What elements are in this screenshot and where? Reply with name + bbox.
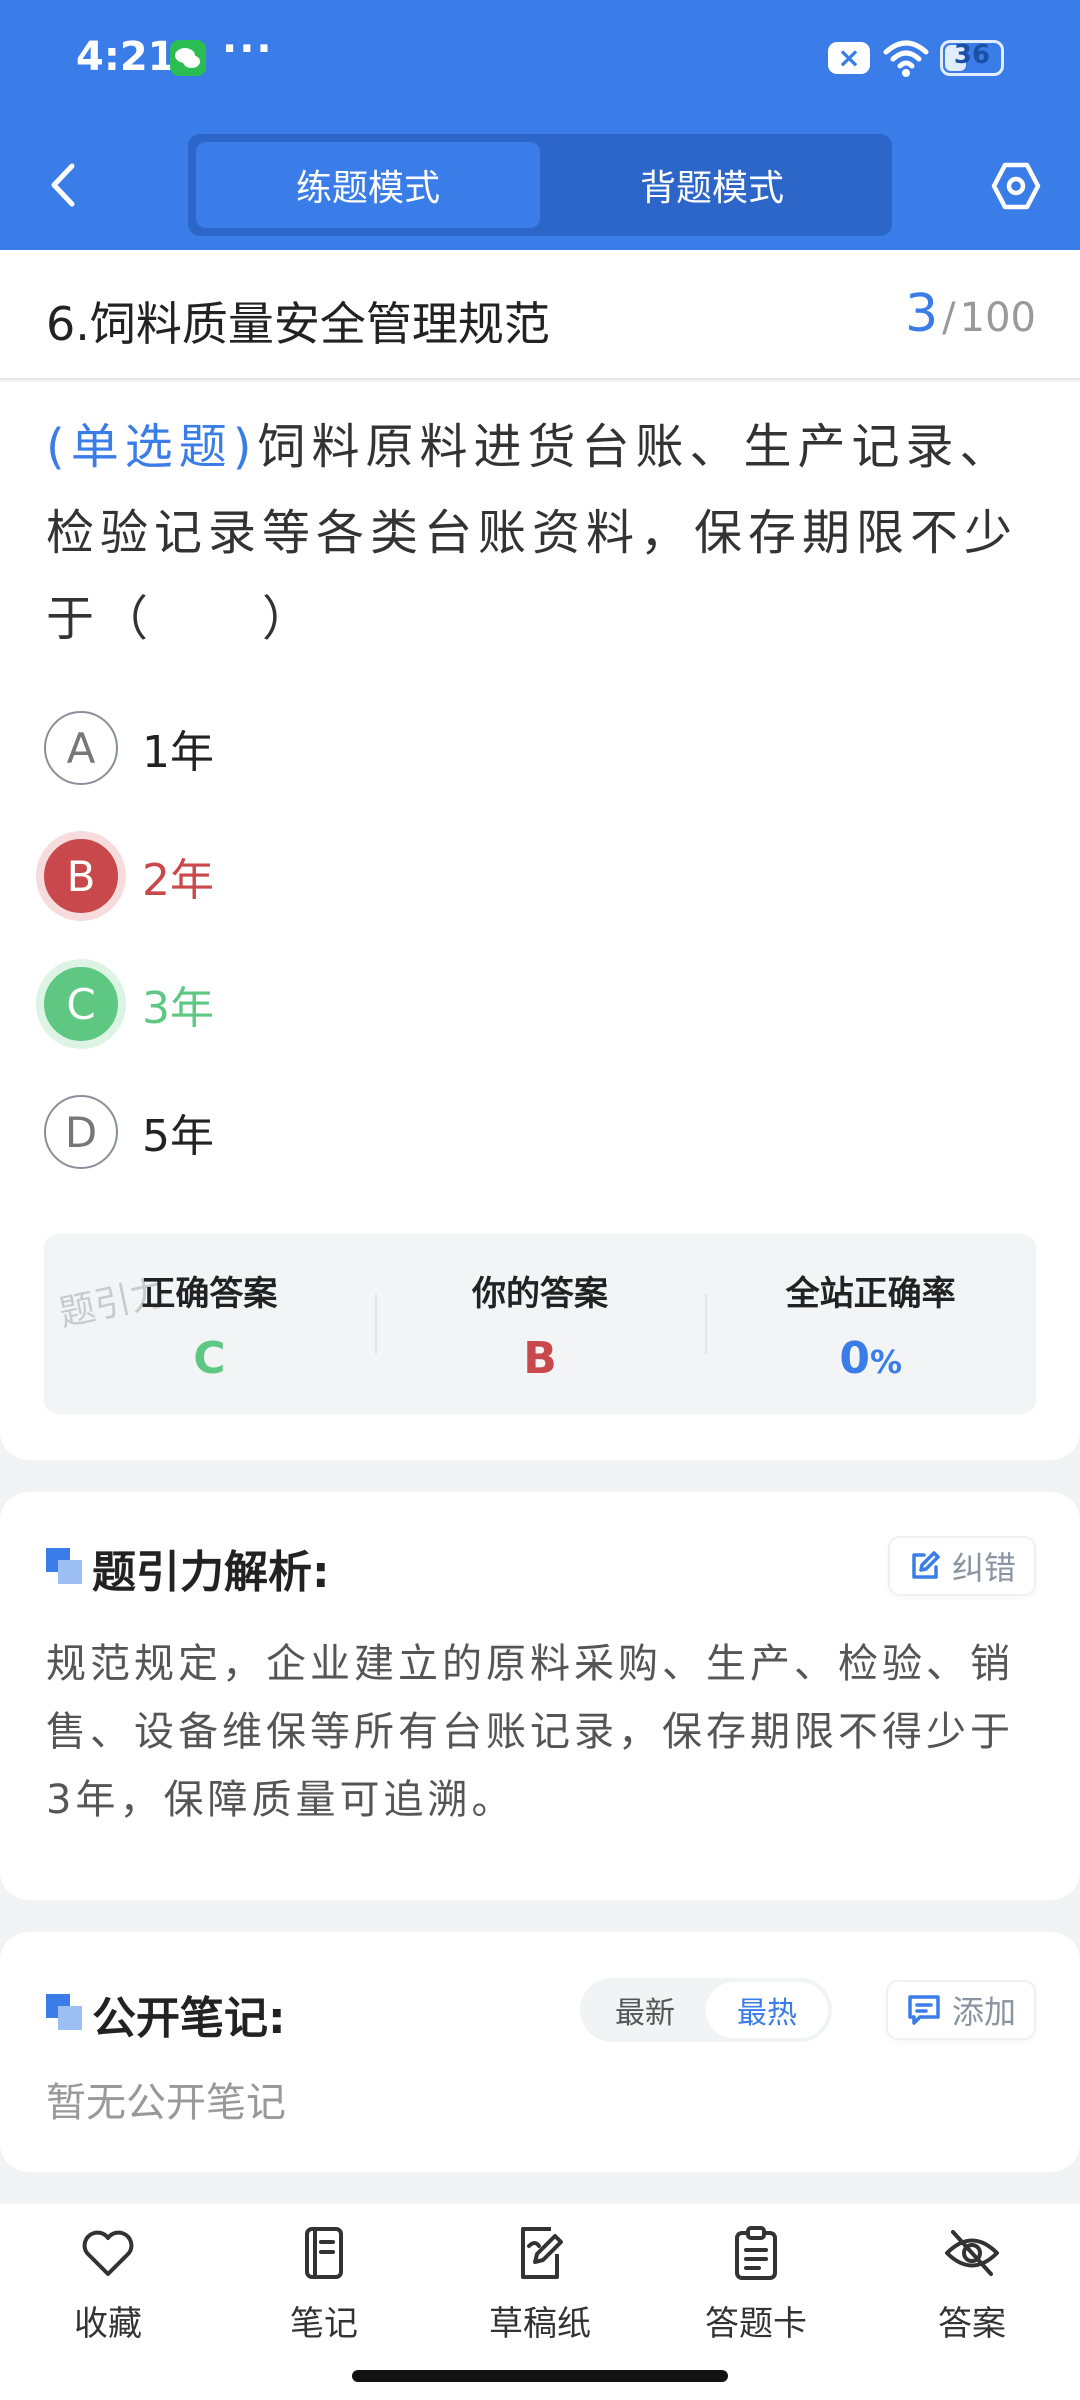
add-note-button[interactable]: 添加	[885, 1980, 1036, 2040]
favorite-label: 收藏	[74, 2304, 142, 2344]
status-more-dots: ···	[222, 26, 274, 72]
option-text: 2年	[142, 855, 214, 906]
option-c[interactable]: C 3年	[44, 966, 214, 1042]
title-bar: 6.饲料质量安全管理规范 3/100	[0, 250, 1080, 380]
total-questions: 100	[959, 295, 1036, 341]
section-square-icon	[46, 1994, 84, 2032]
your-answer-value: B	[523, 1333, 557, 1384]
option-b[interactable]: B 2年	[44, 838, 214, 914]
accuracy-rate-column: 全站正确率 0%	[705, 1234, 1036, 1414]
notebook-icon	[305, 2227, 343, 2279]
chapter-title: 6.饲料质量安全管理规范	[46, 297, 550, 351]
battery-icon: 36	[940, 40, 1004, 76]
question-type: (单选题)	[46, 419, 258, 475]
question-progress[interactable]: 3/100	[905, 284, 1036, 344]
option-letter: C	[44, 967, 118, 1041]
accuracy-rate-label: 全站正确率	[785, 1274, 956, 1314]
option-text: 3年	[142, 983, 214, 1034]
back-icon[interactable]	[46, 160, 82, 210]
wifi-icon	[883, 40, 929, 77]
header: 4:21 ··· × 36 练题模式 背题模式	[0, 0, 1080, 250]
answer-sheet-label: 答题卡	[705, 2304, 807, 2344]
report-error-label: 纠错	[951, 1549, 1016, 1587]
eye-off-icon	[945, 2230, 999, 2276]
favorite-button[interactable]: 收藏	[0, 2204, 216, 2400]
sort-hottest-tab[interactable]: 最热	[706, 1982, 828, 2038]
question-card: (单选题)饲料原料进货台账、生产记录、检验记录等各类台账资料，保存期限不少于（ …	[0, 382, 1080, 1460]
status-time: 4:21	[76, 34, 176, 80]
home-indicator[interactable]	[352, 2370, 728, 2382]
comment-add-icon	[908, 1995, 940, 2025]
option-letter: B	[44, 839, 118, 913]
correct-answer-label: 正确答案	[141, 1274, 278, 1314]
section-square-icon	[46, 1548, 84, 1586]
show-answer-label: 答案	[938, 2304, 1006, 2344]
report-error-button[interactable]: 纠错	[887, 1536, 1036, 1596]
notes-sort-switch: 最新 最热	[580, 1978, 832, 2042]
progress-separator: /	[942, 295, 956, 341]
tab-recite-mode[interactable]: 背题模式	[540, 142, 884, 228]
option-letter: A	[44, 711, 118, 785]
option-text: 5年	[142, 1111, 214, 1162]
wechat-icon	[170, 40, 206, 76]
current-question-number: 3	[905, 284, 939, 344]
show-answer-button[interactable]: 答案	[864, 2204, 1080, 2400]
your-answer-label: 你的答案	[472, 1274, 608, 1314]
draft-paper-label: 草稿纸	[489, 2304, 591, 2344]
heart-icon	[82, 2230, 134, 2276]
option-d[interactable]: D 5年	[44, 1094, 214, 1170]
draft-icon	[521, 2227, 563, 2279]
accuracy-rate-value: 0%	[705, 1333, 1036, 1384]
notes-title: 公开笔记:	[92, 1993, 286, 2044]
notes-card: 公开笔记: 最新 最热 添加 暂无公开笔记	[0, 1932, 1080, 2172]
notes-label: 笔记	[290, 2304, 358, 2344]
settings-icon[interactable]	[990, 160, 1042, 212]
accuracy-rate-number: 0	[839, 1333, 870, 1384]
empty-notes-text: 暂无公开笔记	[46, 2080, 286, 2126]
option-letter: D	[44, 1095, 118, 1169]
option-a[interactable]: A 1年	[44, 710, 214, 786]
mode-switch: 练题模式 背题模式	[188, 134, 892, 236]
analysis-title: 题引力解析:	[92, 1547, 330, 1598]
answer-summary: 题引力 正确答案 C 你的答案 B 全站正确率 0%	[44, 1234, 1036, 1414]
edit-icon	[912, 1551, 940, 1579]
analysis-text: 规范规定，企业建立的原料采购、生产、检验、销售、设备维保等所有台账记录，保存期限…	[46, 1641, 1014, 1823]
sort-latest-tab[interactable]: 最新	[584, 1982, 706, 2038]
battery-level: 36	[953, 40, 991, 70]
accuracy-rate-unit: %	[869, 1343, 903, 1381]
add-note-label: 添加	[951, 1993, 1016, 2031]
option-text: 1年	[142, 727, 214, 778]
analysis-card: 题引力解析: 纠错 规范规定，企业建立的原料采购、生产、检验、销售、设备维保等所…	[0, 1492, 1080, 1900]
question-stem: (单选题)饲料原料进货台账、生产记录、检验记录等各类台账资料，保存期限不少于（ …	[46, 404, 1036, 662]
answer-sheet-icon	[735, 2226, 777, 2280]
close-box-icon: ×	[828, 42, 870, 74]
correct-answer-value: C	[193, 1333, 226, 1384]
tab-practice-mode[interactable]: 练题模式	[196, 142, 540, 228]
your-answer-column: 你的答案 B	[374, 1234, 706, 1414]
correct-answer-column: 正确答案 C	[44, 1234, 375, 1414]
